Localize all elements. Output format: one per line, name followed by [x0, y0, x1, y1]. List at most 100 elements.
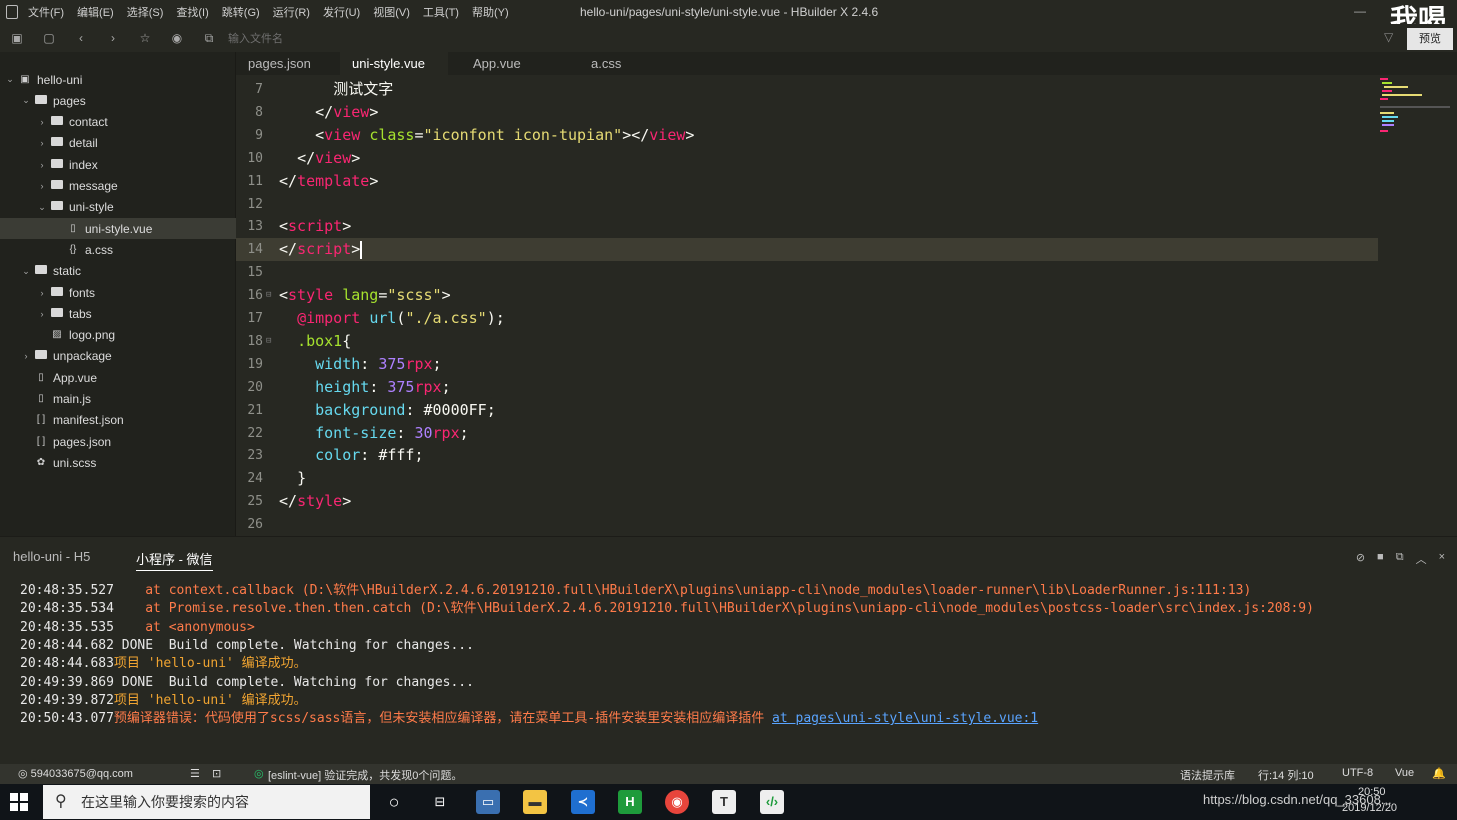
tree-item[interactable]: ⌄ uni-style: [0, 197, 236, 218]
menu-item[interactable]: 帮助(Y): [472, 4, 509, 20]
menu-item[interactable]: 运行(R): [273, 4, 310, 20]
encoding[interactable]: UTF-8: [1342, 767, 1373, 779]
typora-icon[interactable]: T: [712, 790, 736, 814]
editor-tab[interactable]: pages.json: [236, 52, 323, 75]
tree-item[interactable]: [ ] pages.json: [0, 431, 236, 452]
editor-tab[interactable]: a.css: [579, 52, 633, 75]
tree-item[interactable]: ✿ uni.scss: [0, 452, 236, 473]
console-tab[interactable]: 小程序 - 微信: [136, 549, 213, 571]
cortana-icon[interactable]: ○: [382, 790, 406, 814]
chrome-icon[interactable]: ◉: [665, 790, 689, 814]
file-explorer-icon[interactable]: ▬: [523, 790, 547, 814]
tree-item[interactable]: ▯ main.js: [0, 389, 236, 410]
code-line[interactable]: 23 color: #fff;: [236, 444, 1457, 467]
tree-item[interactable]: {} a.css: [0, 239, 236, 260]
open-external-icon[interactable]: ⧉: [1396, 551, 1404, 567]
tree-item[interactable]: ▯ App.vue: [0, 367, 236, 388]
chevron-icon[interactable]: ›: [36, 138, 48, 148]
editor-tab[interactable]: App.vue: [461, 52, 533, 75]
taskbar-search-input[interactable]: ⚲ 在这里输入你要搜索的内容: [43, 785, 370, 819]
tree-item[interactable]: › tabs: [0, 303, 236, 324]
code-line[interactable]: 19 width: 375rpx;: [236, 353, 1457, 376]
code-line[interactable]: 11 </template>: [236, 170, 1457, 193]
code-line[interactable]: 17 @import url("./a.css");: [236, 307, 1457, 330]
filter-icon[interactable]: ▽: [1384, 30, 1393, 44]
menu-item[interactable]: 选择(S): [127, 4, 164, 20]
preview-button[interactable]: 预览: [1407, 28, 1453, 50]
code-line[interactable]: 15: [236, 261, 1457, 284]
forward-icon[interactable]: ›: [106, 31, 120, 45]
code-line[interactable]: 16 ⊟ <style lang="scss">: [236, 284, 1457, 307]
chevron-icon[interactable]: ›: [20, 351, 32, 361]
save-icon[interactable]: ▢: [42, 31, 56, 45]
code-line[interactable]: 25 </style>: [236, 490, 1457, 513]
tree-item[interactable]: [ ] manifest.json: [0, 410, 236, 431]
remote-desktop-icon[interactable]: ▭: [476, 790, 500, 814]
collapse-icon[interactable]: ︿: [1416, 551, 1427, 567]
bell-icon[interactable]: 🔔: [1432, 767, 1446, 780]
tree-item[interactable]: › fonts: [0, 282, 236, 303]
clear-console-icon[interactable]: ⊘: [1356, 551, 1365, 567]
task-view-icon[interactable]: ⊟: [428, 790, 452, 814]
windows-start-icon[interactable]: [10, 793, 28, 811]
syntax-hint[interactable]: 语法提示库: [1180, 767, 1235, 783]
chevron-icon[interactable]: ⌄: [20, 95, 32, 106]
file-search-input[interactable]: 输入文件名: [228, 30, 283, 46]
hbuilder-icon[interactable]: H: [618, 790, 642, 814]
account-status[interactable]: ◎ 594033675@qq.com: [18, 767, 133, 780]
outline-icon[interactable]: ☰: [190, 767, 200, 780]
console-tab[interactable]: hello-uni - H5: [13, 549, 90, 564]
menu-item[interactable]: 查找(I): [176, 4, 208, 20]
code-line[interactable]: 7 测试文字: [236, 78, 1457, 101]
star-icon[interactable]: ☆: [138, 31, 152, 45]
tree-item[interactable]: › detail: [0, 133, 236, 154]
editor-tab[interactable]: uni-style.vue: [340, 52, 448, 75]
menu-item[interactable]: 编辑(E): [77, 4, 114, 20]
chevron-icon[interactable]: ›: [36, 309, 48, 319]
fold-icon[interactable]: ⊟: [266, 330, 271, 353]
code-line[interactable]: 8 </view>: [236, 101, 1457, 124]
stop-icon[interactable]: ■: [1377, 551, 1384, 567]
tree-item[interactable]: › contact: [0, 112, 236, 133]
menu-item[interactable]: 发行(U): [323, 4, 360, 20]
tree-item[interactable]: ⌄ pages: [0, 90, 236, 111]
new-file-icon[interactable]: ▣: [10, 31, 24, 45]
open-browser-icon[interactable]: ⧉: [202, 31, 216, 45]
minimize-icon[interactable]: —: [1354, 4, 1366, 18]
chevron-icon[interactable]: ⌄: [36, 202, 48, 213]
code-line[interactable]: 9 <view class="iconfont icon-tupian"></v…: [236, 124, 1457, 147]
code-editor[interactable]: 7 测试文字 8 </view> 9 <view class="iconfont i…: [236, 75, 1457, 536]
terminal-icon[interactable]: ⊡: [212, 767, 221, 780]
language-mode[interactable]: Vue: [1395, 767, 1414, 779]
code-line[interactable]: 26: [236, 513, 1457, 536]
chevron-icon[interactable]: ›: [36, 160, 48, 170]
chevron-icon[interactable]: ›: [36, 181, 48, 191]
code-line[interactable]: 12: [236, 193, 1457, 216]
chevron-icon[interactable]: ⌄: [4, 74, 16, 85]
tree-item[interactable]: ⌄ ▣ hello-uni: [0, 69, 236, 90]
code-line[interactable]: 22 font-size: 30rpx;: [236, 422, 1457, 445]
chevron-icon[interactable]: ›: [36, 117, 48, 127]
code-editor-app-icon[interactable]: ‹/›: [760, 790, 784, 814]
code-line[interactable]: 10 </view>: [236, 147, 1457, 170]
menu-item[interactable]: 工具(T): [423, 4, 459, 20]
close-icon[interactable]: ×: [1439, 551, 1445, 567]
code-line[interactable]: 24 }: [236, 467, 1457, 490]
tree-item[interactable]: ⌄ static: [0, 261, 236, 282]
chevron-icon[interactable]: ⌄: [20, 266, 32, 277]
minimap[interactable]: [1378, 78, 1456, 138]
menu-item[interactable]: 视图(V): [373, 4, 410, 20]
menu-item[interactable]: 跳转(G): [222, 4, 260, 20]
tree-item[interactable]: ▯ uni-style.vue: [0, 218, 236, 240]
code-line[interactable]: 21 background: #0000FF;: [236, 399, 1457, 422]
menu-item[interactable]: 文件(F): [28, 4, 64, 20]
back-icon[interactable]: ‹: [74, 31, 88, 45]
fold-icon[interactable]: ⊟: [266, 284, 271, 307]
vscode-icon[interactable]: ≺: [571, 790, 595, 814]
tree-item[interactable]: › message: [0, 176, 236, 197]
code-line[interactable]: 14 </script>: [236, 238, 1378, 262]
code-line[interactable]: 13 <script>: [236, 215, 1457, 238]
tree-item[interactable]: ▨ logo.png: [0, 325, 236, 346]
code-line[interactable]: 18 ⊟ .box1{: [236, 330, 1457, 353]
error-source-link[interactable]: at pages\uni-style\uni-style.vue:1: [772, 711, 1038, 726]
